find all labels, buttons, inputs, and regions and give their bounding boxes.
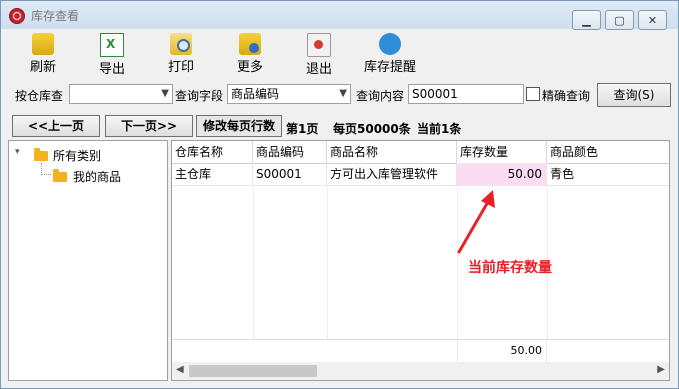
scroll-right-icon[interactable]: ▶ [657,364,665,375]
close-icon: ✕ [647,13,658,27]
chevron-down-icon: ▼ [339,88,347,99]
total-stock-quantity: 50.00 [457,340,547,362]
export-label: 导出 [98,62,125,77]
exit-icon [307,33,331,57]
exit-button[interactable]: 退出 [294,33,344,77]
tree-node-all-categories[interactable]: 所有类别 [53,147,101,164]
print-button[interactable]: 打印 [156,33,206,75]
maximize-button[interactable]: ▢ [605,10,634,30]
search-bar: 按仓库查 ▼ 查询字段 商品编码 ▼ 查询内容 S00001 精确查询 查询(S… [2,81,677,109]
category-tree: ▾ 所有类别 我的商品 [8,140,168,381]
exact-query-checkbox[interactable] [526,87,540,101]
stock-alert-button[interactable]: 库存提醒 [362,33,418,75]
tree-node-my-products[interactable]: 我的商品 [73,168,121,185]
excel-export-icon [100,33,124,57]
export-button[interactable]: 导出 [87,33,137,77]
warehouse-cell: 主仓库 [172,163,253,185]
folder-icon [34,148,48,161]
chevron-down-icon: ▼ [161,88,169,99]
minimize-button[interactable]: ▁ [572,10,601,30]
exact-query-label: 精确查询 [542,89,591,103]
more-button[interactable]: 更多 [225,33,275,75]
prev-page-button[interactable]: <<上一页 [12,115,100,137]
tree-connector [41,174,51,176]
horizontal-scrollbar[interactable]: ◀ ▶ [172,362,669,380]
window-title: 库存查看 [31,9,80,23]
inventory-table: 仓库名称 商品编码 商品名称 库存数量 商品颜色 主仓库 S00001 方可出入… [171,140,670,381]
annotation-arrow [457,190,495,254]
more-icon [239,33,261,55]
refresh-button[interactable]: 刷新 [18,33,68,75]
column-header[interactable]: 库存数量 [457,141,547,163]
scrollbar-thumb[interactable] [189,365,317,377]
print-icon [170,33,192,55]
annotation-label: 当前库存数量 [468,260,552,276]
maximize-icon: ▢ [614,13,625,27]
minimize-icon: ▁ [582,13,591,27]
column-header[interactable]: 仓库名称 [172,141,253,163]
chevron-down-icon[interactable]: ▾ [15,147,20,157]
query-content-input[interactable]: S00001 [408,84,524,104]
stock-alert-label: 库存提醒 [363,60,416,75]
product-color-cell: 青色 [550,167,575,181]
folder-icon [53,169,67,182]
app-logo-icon [9,8,25,24]
rows-per-page: 每页50000条 [333,122,411,136]
page-number: 第1页 [286,122,319,136]
close-button[interactable]: ✕ [638,10,667,30]
query-field-value: 商品编码 [231,87,280,101]
table-header: 仓库名称 商品编码 商品名称 库存数量 商品颜色 [172,141,669,164]
title-bar: 库存查看 ▁ ▢ ✕ [1,1,678,30]
product-code-cell: S00001 [253,163,327,185]
column-header[interactable]: 商品名称 [327,141,457,163]
product-name-cell: 方可出入库管理软件 [327,163,457,185]
scroll-left-icon[interactable]: ◀ [176,364,184,375]
inventory-window: 库存查看 ▁ ▢ ✕ 刷新 导出 打印 更多 退出 [0,0,679,389]
table-footer: 50.00 [172,339,669,362]
current-count: 当前1条 [417,122,462,136]
stock-quantity-cell: 50.00 [457,163,547,185]
edit-rows-per-page-button[interactable]: 修改每页行数 [196,115,282,137]
next-page-button[interactable]: 下一页>> [105,115,193,137]
column-header[interactable]: 商品颜色 [547,141,669,163]
print-label: 打印 [167,60,194,75]
query-button[interactable]: 查询(S) [597,83,671,107]
alert-bubble-icon [379,33,401,55]
column-divider [253,185,254,359]
refresh-label: 刷新 [29,60,56,75]
warehouse-select[interactable]: ▼ [69,84,173,104]
refresh-icon [32,33,54,55]
more-label: 更多 [236,60,263,75]
toolbar: 刷新 导出 打印 更多 退出 库存提醒 [2,31,677,79]
column-header[interactable]: 商品编码 [253,141,327,163]
column-divider [327,185,328,359]
query-field-label: 查询字段 [175,89,224,103]
table-row[interactable]: 主仓库 S00001 方可出入库管理软件 50.00 青色 [172,163,669,186]
pagination-bar: <<上一页 下一页>> 修改每页行数 第1页 每页50000条 当前1条 [2,113,677,139]
warehouse-label: 按仓库查 [15,89,64,103]
query-field-select[interactable]: 商品编码 ▼ [227,84,351,104]
query-content-label: 查询内容 [356,89,405,103]
exit-label: 退出 [305,62,332,77]
